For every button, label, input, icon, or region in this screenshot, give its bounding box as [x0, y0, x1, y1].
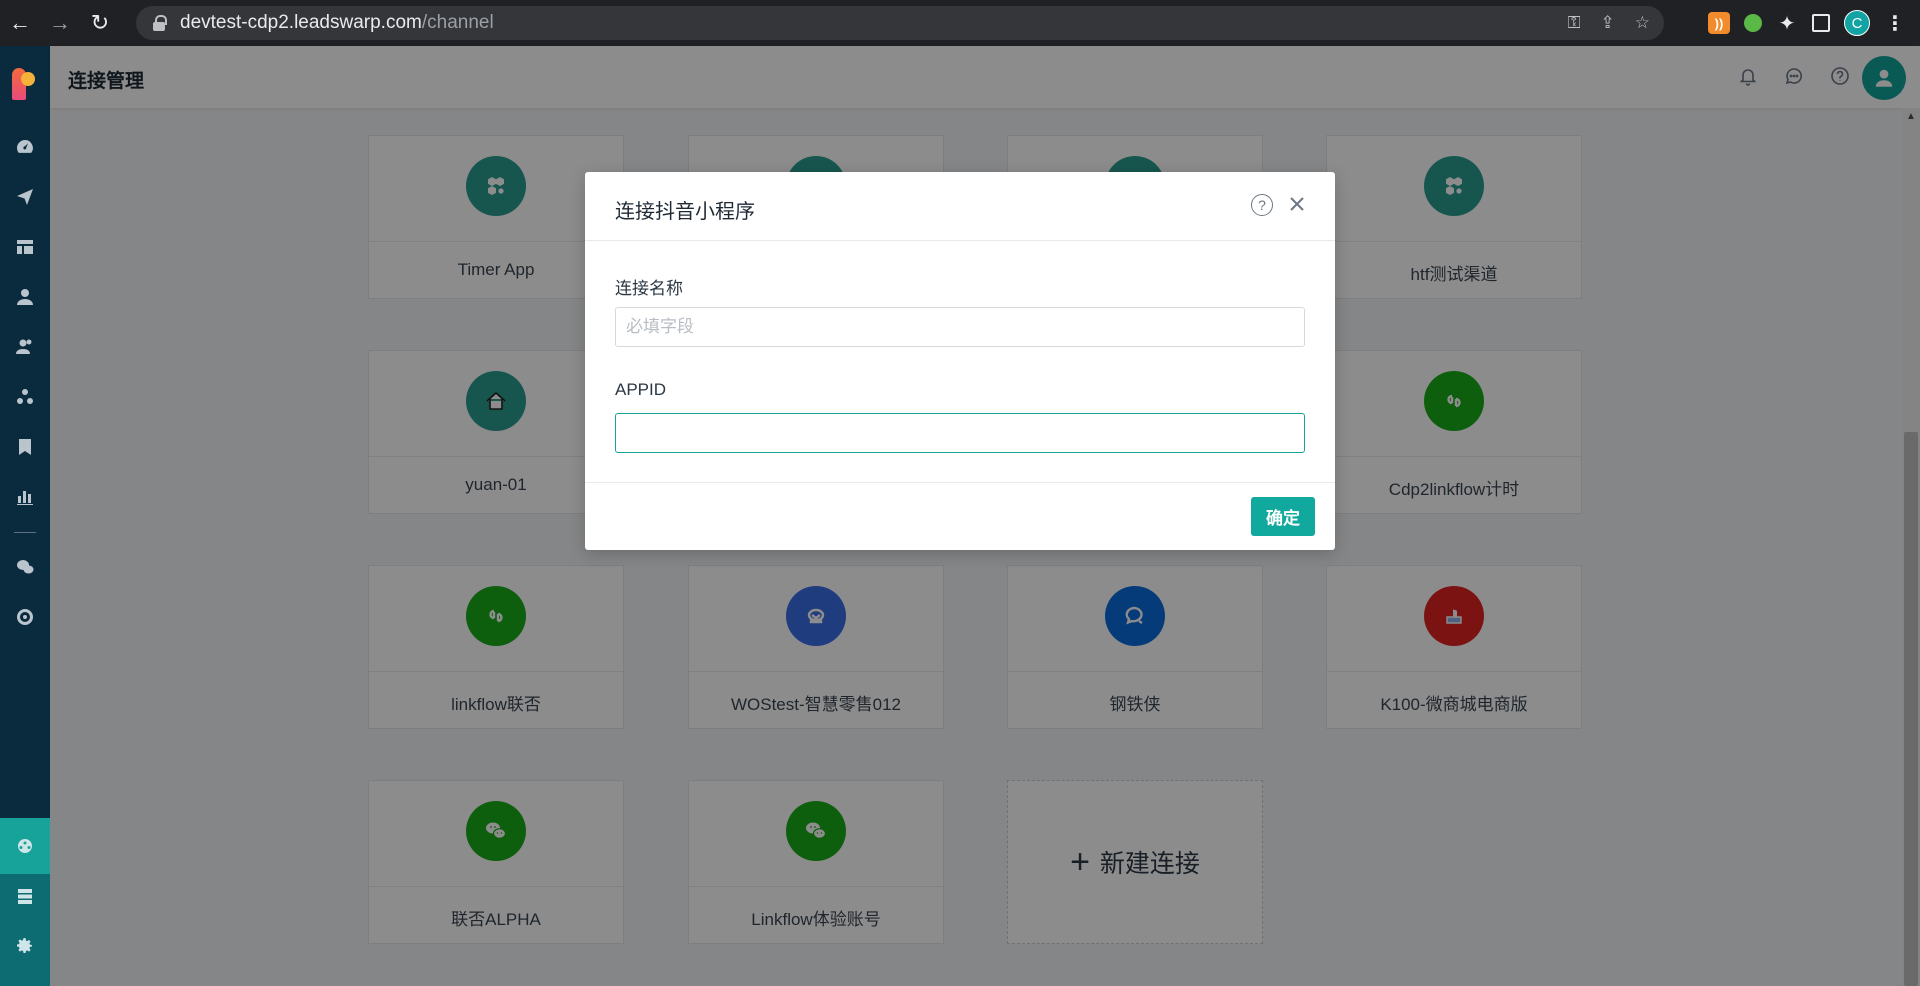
extensions-puzzle-icon[interactable]: ✦: [1776, 12, 1798, 35]
confirm-button[interactable]: 确定: [1251, 497, 1315, 536]
url-path: /channel: [421, 12, 494, 33]
browser-toolbar: ← → ↻ devtest-cdp2.leadswarp.com/channel…: [0, 0, 1920, 46]
sidebar: [0, 46, 50, 986]
url-host: devtest-cdp2.leadswarp.com: [180, 12, 422, 33]
wechat-nav-icon[interactable]: [0, 554, 50, 580]
connection-name-label: 连接名称: [615, 279, 683, 298]
leaf-extension-icon[interactable]: [1740, 10, 1766, 36]
connection-name-input[interactable]: [615, 307, 1305, 347]
sidebar-bottom-group: [0, 818, 50, 986]
close-icon[interactable]: [1285, 192, 1309, 216]
settings-gear-icon[interactable]: [0, 933, 50, 959]
profile-avatar[interactable]: C: [1844, 10, 1870, 36]
user-icon[interactable]: [0, 284, 50, 310]
dashboard-icon[interactable]: [0, 134, 50, 160]
reload-icon[interactable]: ↻: [80, 0, 120, 46]
bookmark-icon[interactable]: [0, 434, 50, 460]
target-icon[interactable]: [0, 604, 50, 630]
dialog-header: 连接抖音小程序 ?: [585, 172, 1335, 241]
dialog-footer: 确定: [585, 482, 1335, 550]
segments-icon[interactable]: [0, 384, 50, 410]
users-icon[interactable]: [0, 334, 50, 360]
lock-icon: [152, 15, 167, 31]
dialog-title: 连接抖音小程序: [615, 201, 755, 223]
connection-hub-icon[interactable]: [0, 833, 50, 859]
key-icon[interactable]: ⚿: [1568, 13, 1581, 33]
forward-arrow-icon[interactable]: →: [40, 0, 80, 46]
sidebar-divider: [14, 532, 36, 533]
server-icon[interactable]: [0, 883, 50, 909]
address-bar[interactable]: devtest-cdp2.leadswarp.com/channel ⚿ ⇪ ☆: [136, 6, 1664, 40]
bar-chart-icon[interactable]: [0, 484, 50, 510]
help-icon[interactable]: ?: [1251, 194, 1273, 216]
connect-dialog: 连接抖音小程序 ? 连接名称 APPID 确定: [585, 172, 1335, 550]
layout-icon[interactable]: [0, 234, 50, 260]
send-icon[interactable]: [0, 184, 50, 210]
appid-label: APPID: [615, 380, 667, 399]
app-logo[interactable]: [12, 68, 36, 100]
share-icon[interactable]: ⇪: [1601, 13, 1615, 33]
appid-input[interactable]: [615, 413, 1305, 453]
browser-menu-icon[interactable]: ⋮: [1884, 12, 1906, 35]
star-icon[interactable]: ☆: [1635, 13, 1650, 33]
side-panel-icon[interactable]: [1812, 14, 1830, 32]
back-arrow-icon[interactable]: ←: [0, 0, 40, 46]
rss-extension-icon[interactable]: )): [1708, 12, 1730, 34]
